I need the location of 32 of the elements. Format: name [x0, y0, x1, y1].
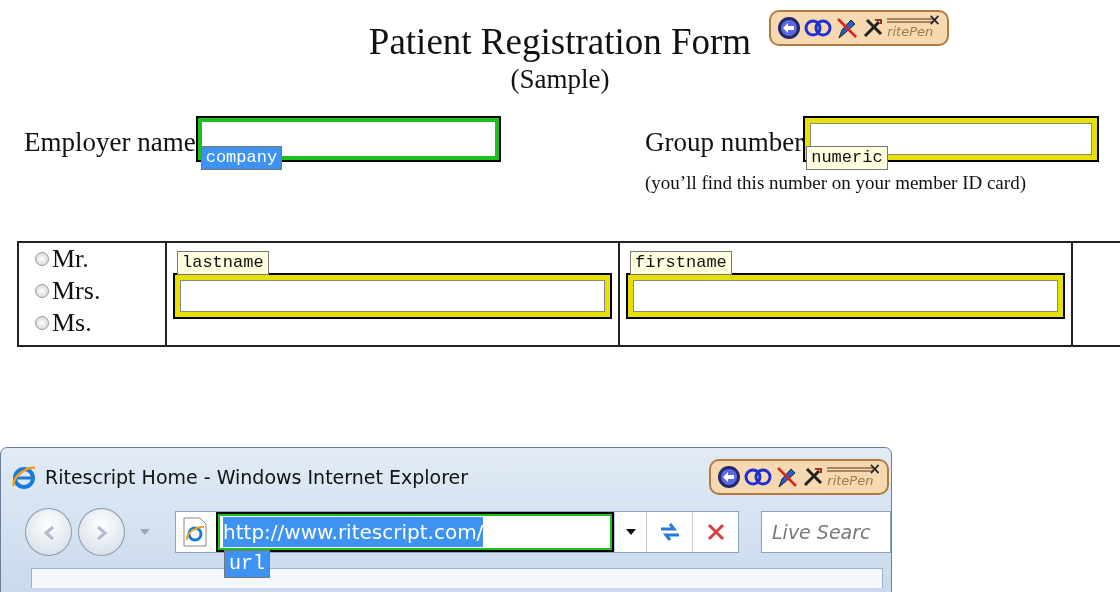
- radio-option[interactable]: Mrs.: [19, 274, 165, 307]
- caret-icon: [624, 528, 637, 536]
- search-field[interactable]: Live Searc: [761, 511, 891, 553]
- linked-rings-icon[interactable]: [744, 466, 773, 487]
- field-type-tag: company: [200, 146, 283, 170]
- field-type-tag: lastname: [177, 250, 269, 275]
- window-title: Ritescript Home - Windows Internet Explorer: [45, 464, 469, 490]
- radio-button[interactable]: [35, 283, 49, 298]
- field-type-tag: url: [224, 550, 271, 578]
- close-icon: [706, 523, 725, 541]
- field-hint: (you’ll find this number on your member ID card): [645, 172, 1027, 193]
- back-icon[interactable]: [717, 464, 742, 489]
- browser-logo-icon: [11, 464, 37, 490]
- group-number-field[interactable]: [803, 116, 1100, 162]
- radio-button[interactable]: [35, 315, 49, 330]
- back-icon[interactable]: [777, 16, 802, 40]
- field-label: Group number: [645, 126, 804, 159]
- form-title: Patient Registration Form: [368, 20, 752, 64]
- field-type-tag: firstname: [630, 250, 732, 275]
- radio-button[interactable]: [35, 251, 49, 266]
- field-label: Employer name: [24, 126, 196, 159]
- radio-option[interactable]: Ms.: [19, 306, 165, 339]
- radio-label: Mr.: [52, 242, 89, 275]
- radio-label: Mrs.: [52, 274, 101, 307]
- name-field[interactable]: [173, 272, 612, 319]
- linked-rings-icon[interactable]: [804, 18, 833, 38]
- form-subtitle: (Sample): [509, 64, 611, 94]
- name-field[interactable]: [626, 272, 1065, 319]
- radio-label: Ms.: [52, 306, 92, 339]
- page-icon: [182, 517, 208, 547]
- field-type-tag: numeric: [806, 146, 888, 170]
- radio-option[interactable]: Mr.: [19, 242, 165, 275]
